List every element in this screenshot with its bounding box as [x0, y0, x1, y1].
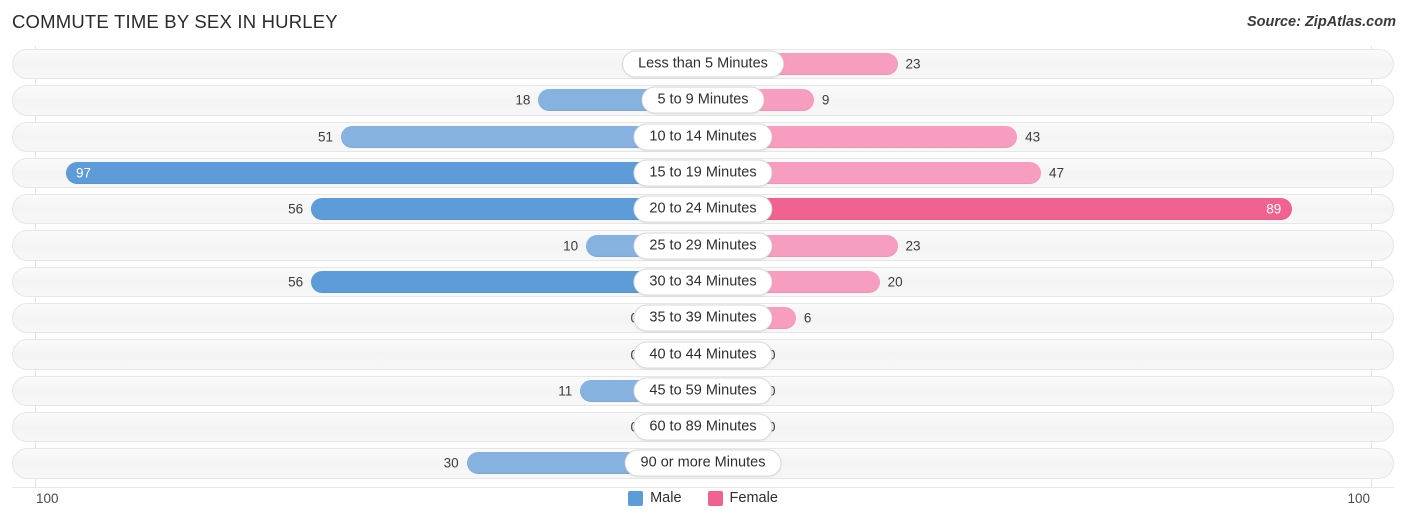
legend-swatch-icon — [707, 490, 723, 506]
bar-row: 51 43 10 to 14 Minutes — [0, 119, 1406, 155]
bar-female[interactable] — [703, 198, 1293, 221]
bar-row: 56 89 20 to 24 Minutes — [0, 191, 1406, 227]
value-label-male: 97 — [75, 165, 91, 181]
category-label-pill: 35 to 39 Minutes — [633, 304, 773, 332]
value-label-male: 51 — [318, 128, 334, 144]
value-label-female: 9 — [821, 92, 830, 108]
bar-row: 30090 or more Minutes — [0, 445, 1406, 481]
source-attribution: Source: ZipAtlas.com — [1246, 14, 1396, 30]
bar-row: 0040 to 44 Minutes — [0, 336, 1406, 372]
value-label-female: 47 — [1049, 165, 1065, 181]
value-label-female: 6 — [803, 310, 812, 326]
bar-row: 11045 to 59 Minutes — [0, 373, 1406, 409]
legend-label: Male — [650, 490, 682, 506]
value-label-female: 89 — [1266, 201, 1282, 217]
page-title: COMMUTE TIME BY SEX IN HURLEY — [12, 11, 338, 32]
value-label-male: 56 — [288, 274, 304, 290]
legend-item-female[interactable]: Female — [707, 490, 778, 506]
category-label-pill: 40 to 44 Minutes — [633, 341, 773, 369]
bar-rows-container: 023Less than 5 Minutes1895 to 9 Minutes5… — [0, 46, 1406, 482]
bar-row: 97 47 15 to 19 Minutes — [0, 155, 1406, 191]
chart-footer: 100 100 Male Female — [0, 487, 1406, 523]
legend-swatch-icon — [628, 490, 644, 506]
legend-label: Female — [729, 490, 778, 506]
value-label-male: 10 — [563, 237, 579, 253]
bar-row: 10 23 25 to 29 Minutes — [0, 227, 1406, 263]
category-label-pill: 60 to 89 Minutes — [633, 413, 773, 441]
value-label-male: 18 — [515, 92, 531, 108]
category-label-pill: 15 to 19 Minutes — [633, 159, 773, 187]
bar-row: 56 20 30 to 34 Minutes — [0, 264, 1406, 300]
chart-header: COMMUTE TIME BY SEX IN HURLEY Source: Zi… — [0, 0, 1406, 46]
category-label-pill: 90 or more Minutes — [624, 449, 782, 477]
chart-legend: Male Female — [0, 490, 1406, 506]
bar-row: 0635 to 39 Minutes — [0, 300, 1406, 336]
value-label-male: 11 — [558, 383, 573, 399]
footer-divider — [12, 487, 1394, 488]
category-label-pill: 25 to 29 Minutes — [633, 232, 773, 260]
bar-male[interactable] — [65, 162, 703, 185]
bar-row: 0060 to 89 Minutes — [0, 409, 1406, 445]
value-label-male: 30 — [443, 455, 459, 471]
category-label-pill: Less than 5 Minutes — [622, 50, 784, 78]
bar-row: 023Less than 5 Minutes — [0, 46, 1406, 82]
category-label-pill: 30 to 34 Minutes — [633, 268, 773, 296]
category-label-pill: 5 to 9 Minutes — [641, 86, 765, 114]
value-label-male: 56 — [288, 201, 304, 217]
legend-item-male[interactable]: Male — [628, 490, 682, 506]
chart-plot-area: 023Less than 5 Minutes1895 to 9 Minutes5… — [0, 46, 1406, 487]
value-label-female: 20 — [887, 274, 903, 290]
value-label-female: 43 — [1025, 128, 1041, 144]
category-label-pill: 45 to 59 Minutes — [633, 377, 773, 405]
bar-row: 18 9 5 to 9 Minutes — [0, 82, 1406, 118]
category-label-pill: 10 to 14 Minutes — [633, 123, 773, 151]
value-label-female: 23 — [905, 237, 921, 253]
category-label-pill: 20 to 24 Minutes — [633, 195, 773, 223]
value-label-female: 23 — [905, 56, 921, 72]
